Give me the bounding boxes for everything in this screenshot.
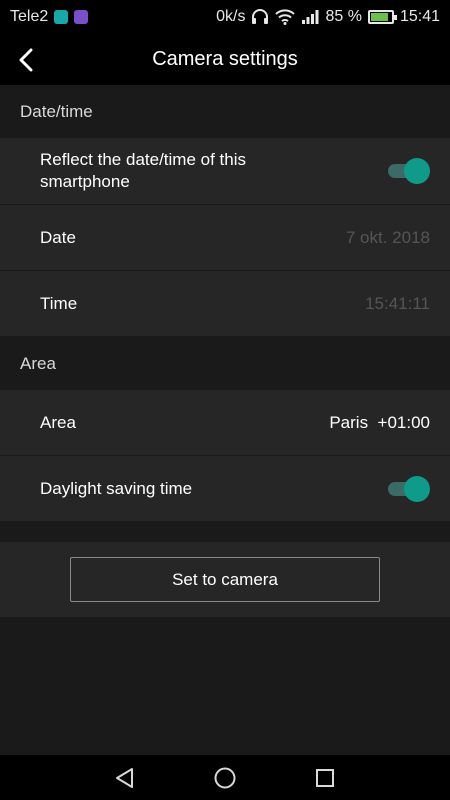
reflect-datetime-label: Reflect the date/time of this smartphone [40,150,246,191]
triangle-back-icon [116,768,133,788]
set-to-camera-button[interactable]: Set to camera [70,557,380,602]
network-speed: 0k/s [216,7,246,25]
signal-icon [301,9,319,25]
time-value: 15:41:11 [365,293,430,313]
daylight-saving-toggle[interactable] [388,475,430,502]
carrier-name: Tele2 [10,7,49,25]
back-button[interactable] [10,43,44,77]
section-header-datetime: Date/time [0,85,450,138]
notification-app-icon [74,9,89,24]
headphones-icon [251,8,269,25]
battery-icon [367,9,397,24]
reflect-datetime-row[interactable]: Reflect the date/time of this smartphone [0,138,450,205]
time-label: Time [40,293,78,313]
battery-level [370,12,388,21]
nav-back-button[interactable] [113,766,137,790]
clock: 15:41 [399,7,440,25]
area-row[interactable]: Area Paris +01:00 [0,390,450,456]
battery-percent: 85 % [325,7,362,25]
date-label: Date [40,227,76,247]
daylight-saving-label: Daylight saving time [40,478,193,498]
settings-list: Date/time Reflect the date/time of this … [0,85,450,617]
area-label: Area [40,412,76,432]
status-bar: Tele2 0k/s 85 % 15:41 [0,0,450,33]
square-recents-icon [316,769,334,787]
nav-recents-button[interactable] [313,766,337,790]
toggle-thumb [404,475,430,502]
wifi-icon [275,8,296,25]
time-row[interactable]: Time 15:41:11 [0,271,450,337]
notification-app-icon [54,9,69,24]
action-area: Set to camera [0,542,450,617]
reflect-datetime-toggle[interactable] [388,158,430,184]
date-row[interactable]: Date 7 okt. 2018 [0,205,450,271]
nav-home-button[interactable] [213,766,237,790]
chevron-left-icon [19,48,33,72]
date-value: 7 okt. 2018 [345,227,430,247]
section-header-area: Area [0,337,450,390]
toggle-thumb [404,158,430,184]
circle-home-icon [214,767,236,789]
daylight-saving-row[interactable]: Daylight saving time [0,456,450,522]
page-title: Camera settings [152,47,298,70]
area-value: Paris +01:00 [329,412,430,432]
navigation-bar [0,755,450,800]
app-bar: Camera settings [0,33,450,85]
divider [0,522,450,542]
